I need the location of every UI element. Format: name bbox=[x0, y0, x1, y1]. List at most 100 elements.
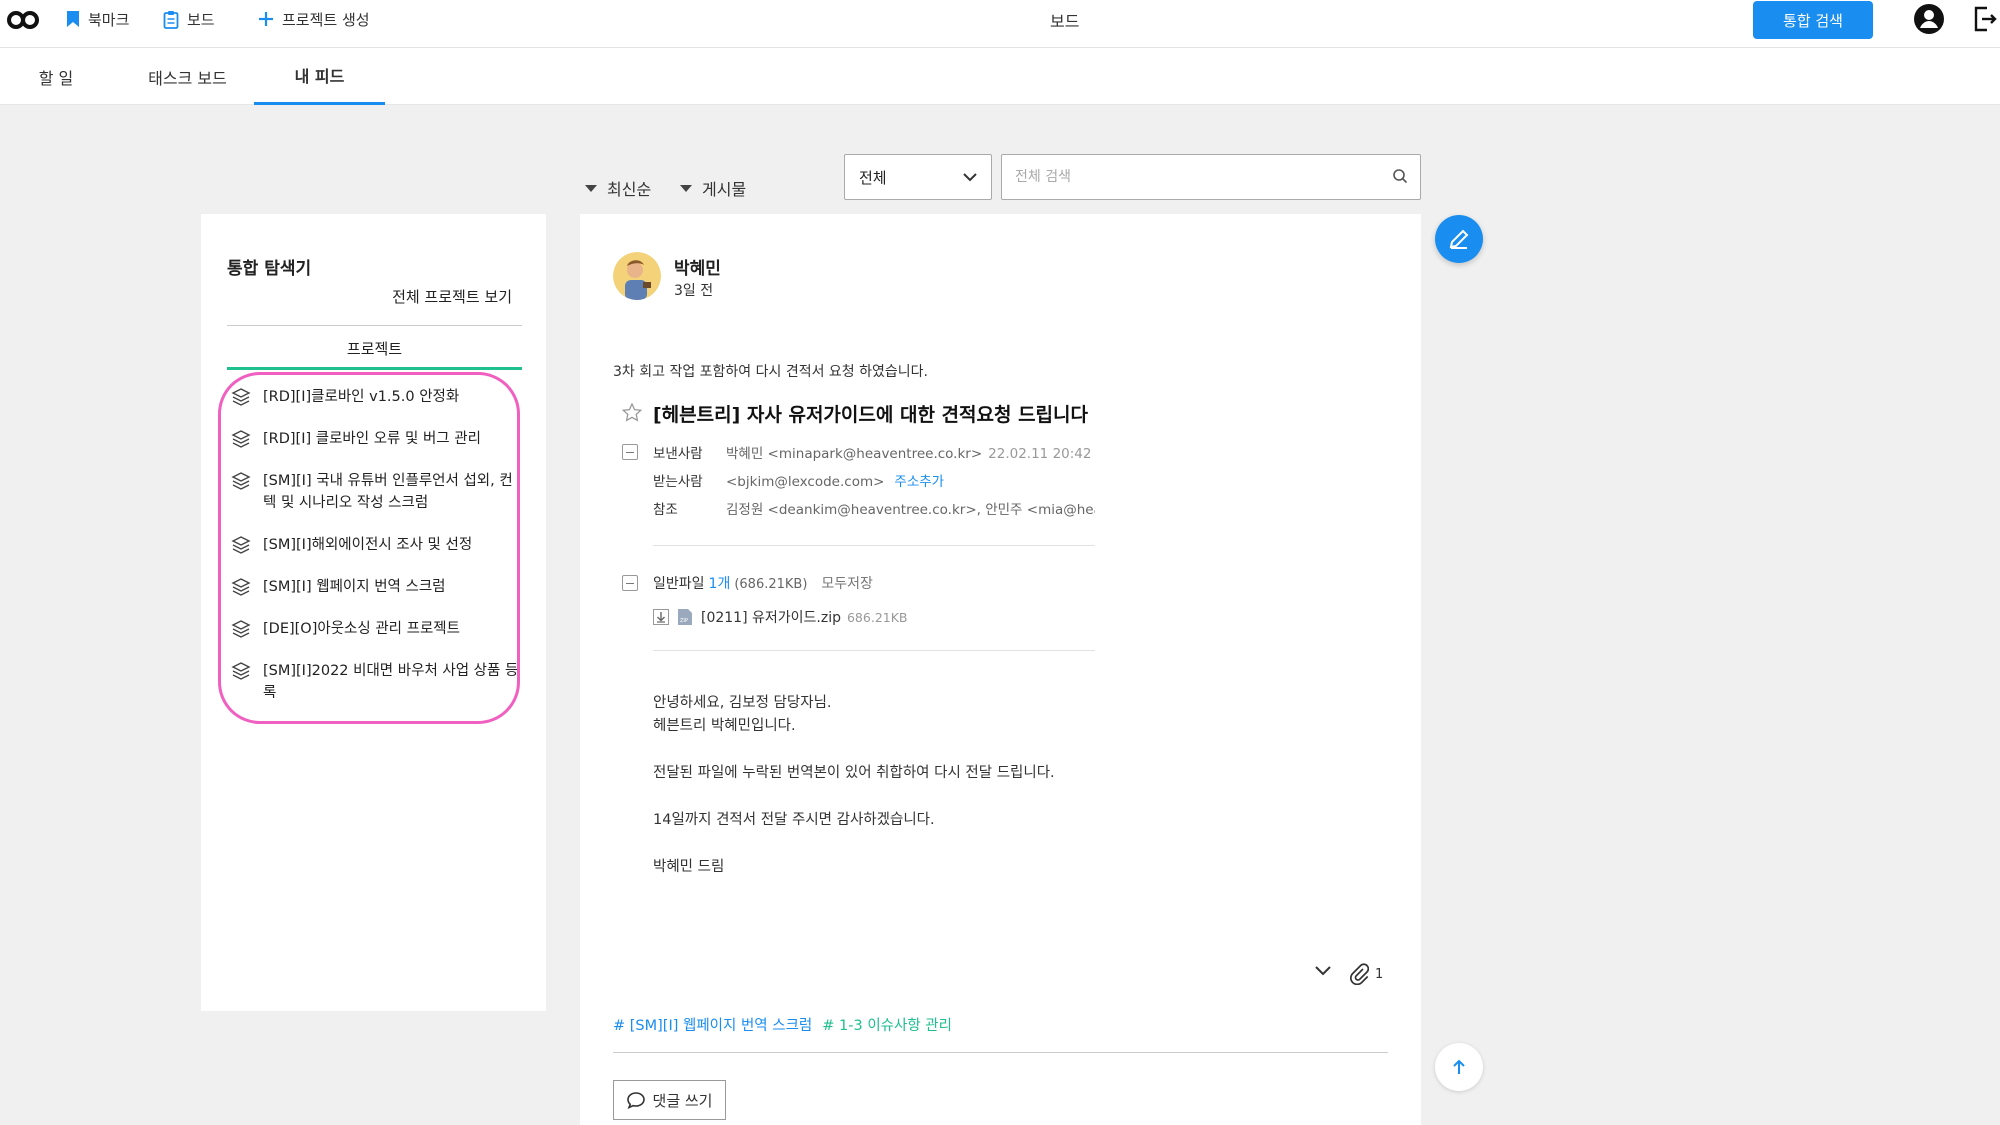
svg-text:ZIP: ZIP bbox=[680, 618, 688, 624]
post-time: 3일 전 bbox=[674, 283, 714, 299]
logout-icon[interactable] bbox=[1973, 5, 1997, 33]
top-bar: 북마크 보드 프로젝트 생성 보드 통합 검색 bbox=[0, 0, 2000, 48]
caret-down-icon bbox=[585, 184, 597, 192]
body-line: 안녕하세요, 김보정 담당자님. bbox=[653, 695, 832, 711]
project-item[interactable]: [DE][O]아웃소싱 관리 프로젝트 bbox=[231, 618, 521, 640]
layers-icon bbox=[231, 536, 251, 554]
nav-board[interactable]: 보드 bbox=[163, 8, 215, 30]
body-gap bbox=[653, 785, 1055, 809]
project-item[interactable]: [SM][I] 웹페이지 번역 스크럼 bbox=[231, 576, 521, 598]
write-comment-label: 댓글 쓰기 bbox=[652, 1091, 713, 1110]
files-size: (686.21KB) bbox=[734, 577, 808, 592]
project-name: [SM][I] 웹페이지 번역 스크럼 bbox=[263, 579, 446, 595]
avatar[interactable] bbox=[613, 252, 661, 300]
sort-label: 최신순 bbox=[607, 180, 652, 199]
tag-issue[interactable]: # 1-3 이슈사항 관리 bbox=[822, 1018, 952, 1034]
write-comment-button[interactable]: 댓글 쓰기 bbox=[613, 1080, 726, 1120]
files-label: 일반파일 bbox=[653, 576, 705, 592]
divider bbox=[653, 650, 1095, 651]
scroll-top-button[interactable] bbox=[1435, 1043, 1483, 1091]
project-item[interactable]: [SM][I]해외에이전시 조사 및 선정 bbox=[231, 534, 521, 556]
layers-icon bbox=[231, 472, 251, 490]
nav-board-label: 보드 bbox=[187, 10, 215, 29]
type-label: 게시물 bbox=[702, 180, 747, 199]
attachment-count-value: 1 bbox=[1375, 966, 1384, 982]
project-item[interactable]: [RD][I] 클로바인 오류 및 버그 관리 bbox=[231, 428, 521, 450]
body-gap bbox=[653, 738, 1055, 762]
global-search-button[interactable]: 통합 검색 bbox=[1753, 1, 1873, 39]
feed-post-card: 박혜민 3일 전 3차 회고 작업 포함하여 다시 견적서 요청 하였습니다. … bbox=[580, 214, 1421, 1125]
star-icon[interactable] bbox=[622, 403, 642, 422]
scope-select[interactable]: 전체 bbox=[844, 154, 992, 200]
tab-projects[interactable]: 프로젝트 bbox=[227, 334, 522, 370]
mail-subject[interactable]: [헤븐트리] 자사 유저가이드에 대한 견적요청 드립니다 bbox=[653, 400, 1088, 427]
collapse-files-icon[interactable] bbox=[622, 575, 638, 591]
from-label: 보낸사람 bbox=[653, 446, 703, 462]
from-row: 보낸사람 박혜민 <minapark@heaventree.co.kr> 22.02… bbox=[653, 442, 1095, 462]
type-dropdown[interactable]: 게시물 bbox=[680, 176, 746, 200]
pencil-icon bbox=[1449, 229, 1469, 249]
sort-dropdown[interactable]: 최신순 bbox=[585, 176, 651, 200]
paperclip-icon bbox=[1350, 963, 1369, 985]
save-all-link[interactable]: 모두저장 bbox=[821, 576, 873, 592]
project-name: [SM][I] 국내 유튜버 인플루언서 섭외, 컨텍 및 시나리오 작성 스크… bbox=[263, 473, 513, 511]
layers-icon bbox=[231, 578, 251, 596]
tab-todo[interactable]: 할 일 bbox=[20, 48, 92, 105]
cc-value: 김정원 <deankim@heaventree.co.kr>, 안민주 <mia… bbox=[726, 502, 1095, 518]
download-icon[interactable] bbox=[653, 609, 669, 625]
body-line: 헤븐트리 박혜민입니다. bbox=[653, 718, 796, 734]
add-address-link[interactable]: 주소추가 bbox=[894, 474, 944, 490]
body-line: 전달된 파일에 누락된 번역본이 있어 취합하여 다시 전달 드립니다. bbox=[653, 765, 1055, 781]
write-post-button[interactable] bbox=[1435, 215, 1483, 263]
project-name: [SM][I]해외에이전시 조사 및 선정 bbox=[263, 537, 473, 553]
view-all-projects-link[interactable]: 전체 프로젝트 보기 bbox=[392, 286, 512, 307]
layers-icon bbox=[231, 388, 251, 406]
attachment-row[interactable]: ZIP [0211] 유저가이드.zip 686.21KB bbox=[653, 607, 908, 627]
divider bbox=[653, 545, 1095, 546]
infinity-logo[interactable] bbox=[6, 8, 40, 32]
project-name: [DE][O]아웃소싱 관리 프로젝트 bbox=[263, 621, 460, 637]
nav-create-project-label: 프로젝트 생성 bbox=[282, 10, 370, 29]
layers-icon bbox=[231, 662, 251, 680]
tab-my-feed[interactable]: 내 피드 bbox=[254, 48, 385, 105]
caret-down-icon bbox=[680, 184, 692, 192]
file-size: 686.21KB bbox=[846, 609, 908, 625]
search-input[interactable] bbox=[1002, 155, 1362, 199]
divider bbox=[227, 325, 522, 326]
chevron-down-icon[interactable] bbox=[1315, 966, 1331, 976]
file-name[interactable]: [0211] 유저가이드.zip bbox=[701, 607, 841, 627]
project-item[interactable]: [SM][I]2022 비대면 바우처 사업 상품 등록 bbox=[231, 660, 521, 704]
clipboard-icon bbox=[163, 10, 179, 29]
post-author[interactable]: 박혜민 bbox=[674, 254, 721, 279]
files-count[interactable]: 1개 bbox=[709, 576, 731, 592]
project-name: [RD][I]클로바인 v1.5.0 안정화 bbox=[263, 389, 460, 405]
post-intro: 3차 회고 작업 포함하여 다시 견적서 요청 하였습니다. bbox=[613, 364, 928, 380]
from-value: 박혜민 <minapark@heaventree.co.kr> bbox=[726, 446, 983, 462]
nav-bookmark[interactable]: 북마크 bbox=[66, 8, 129, 30]
search-icon[interactable] bbox=[1392, 168, 1408, 184]
nav-create-project[interactable]: 프로젝트 생성 bbox=[258, 8, 370, 30]
attachment-count[interactable]: 1 bbox=[1349, 963, 1383, 985]
to-label: 받는사람 bbox=[653, 474, 703, 490]
to-value: <bjkim@lexcode.com> bbox=[726, 474, 885, 490]
bookmark-icon bbox=[67, 11, 79, 27]
post-tags: # [SM][I] 웹페이지 번역 스크럼 # 1-3 이슈사항 관리 bbox=[613, 1014, 952, 1035]
nav-bookmark-label: 북마크 bbox=[88, 10, 130, 29]
tag-project[interactable]: # [SM][I] 웹페이지 번역 스크럼 bbox=[613, 1018, 812, 1034]
project-item[interactable]: [RD][I]클로바인 v1.5.0 안정화 bbox=[231, 386, 521, 408]
explorer-title: 통합 탐색기 bbox=[227, 259, 312, 279]
search-field bbox=[1001, 154, 1421, 200]
scope-select-value: 전체 bbox=[859, 168, 887, 187]
tab-task-board[interactable]: 태스크 보드 bbox=[130, 48, 245, 105]
body-line: 14일까지 견적서 전달 주시면 감사하겠습니다. bbox=[653, 812, 935, 828]
comment-icon bbox=[626, 1092, 645, 1109]
layers-icon bbox=[231, 620, 251, 638]
project-list: [RD][I]클로바인 v1.5.0 안정화 [RD][I] 클로바인 오류 및… bbox=[231, 386, 521, 724]
project-item[interactable]: [SM][I] 국내 유튜버 인플루언서 섭외, 컨텍 및 시나리오 작성 스크… bbox=[231, 470, 521, 514]
chevron-down-icon bbox=[963, 172, 977, 181]
cc-row: 참조 김정원 <deankim@heaventree.co.kr>, 안민주 <m… bbox=[653, 498, 1095, 518]
user-icon[interactable] bbox=[1913, 3, 1945, 35]
page-title: 보드 bbox=[1050, 12, 1080, 31]
collapse-headers-icon[interactable] bbox=[622, 444, 638, 460]
mail-body: 안녕하세요, 김보정 담당자님. 헤븐트리 박혜민입니다. 전달된 파일에 누락… bbox=[653, 692, 1055, 879]
